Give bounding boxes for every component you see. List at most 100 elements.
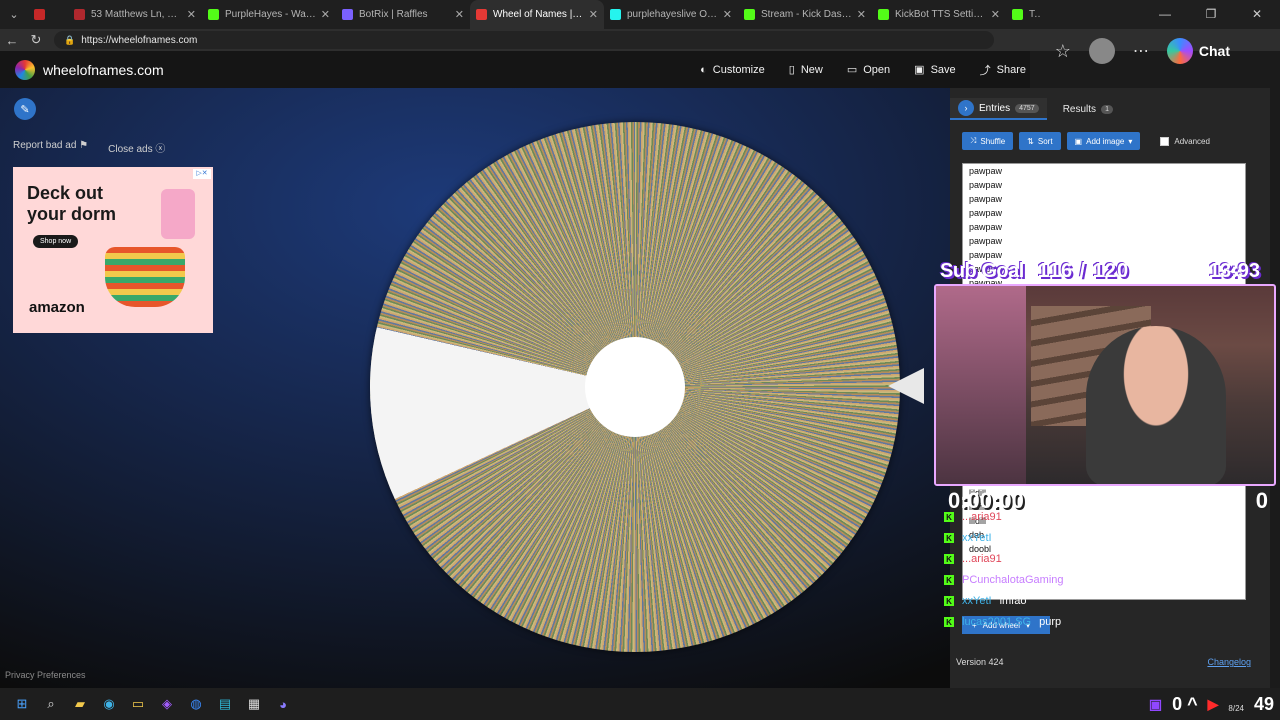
close-ads-link[interactable]: Close ads ⓧ: [108, 140, 165, 155]
add-image-label: Add image: [1086, 136, 1125, 146]
close-tab-icon[interactable]: ✕: [455, 8, 464, 21]
browser-tab[interactable]: Wheel of Names | Random ✕: [470, 0, 604, 29]
close-tab-icon[interactable]: ✕: [857, 8, 866, 21]
close-window-button[interactable]: ✕: [1234, 0, 1280, 29]
flag-icon: ⚑: [79, 140, 89, 151]
start-windows-icon[interactable]: ⊞: [8, 690, 36, 718]
browser-toolbar-icons: ☆ ⋯ Chat: [1055, 29, 1280, 73]
menu-save-button[interactable]: ▣ Save: [914, 63, 955, 77]
back-button[interactable]: ←: [0, 33, 24, 48]
tray-overlay-text: 0 ^: [1172, 693, 1198, 714]
kick-badge-icon: K: [944, 596, 954, 606]
profile-avatar[interactable]: [1088, 38, 1115, 64]
tab-results[interactable]: Results 1: [1055, 98, 1121, 120]
chat-text: a troll: [1009, 553, 1037, 565]
reload-button[interactable]: ↻: [24, 32, 48, 48]
maximize-button[interactable]: ❐: [1188, 0, 1234, 29]
tab-favicon-icon: [878, 9, 889, 20]
tab-actions-button[interactable]: ⌄: [0, 0, 28, 29]
close-tab-icon[interactable]: ✕: [321, 8, 330, 21]
menu-customize-button[interactable]: ◐ Customize: [700, 64, 765, 76]
menu-new-button[interactable]: ▯ New: [789, 63, 823, 77]
entries-toolbar: ⤨ Shuffle ⇅ Sort ▣ Add image ▾ Advanced: [962, 132, 1210, 150]
tab-entries[interactable]: › Entries 4757: [950, 98, 1047, 120]
browser-tab[interactable]: purplehayeslive Official: TikTok ✕: [604, 0, 738, 29]
ad-shop-button[interactable]: Shop now: [33, 235, 79, 248]
changelog-link[interactable]: Changelog: [1207, 657, 1251, 667]
kick-badge-icon: K: [944, 512, 954, 522]
sub-goal-value: 116 / 120: [1037, 259, 1130, 282]
tab-title: Tot: [1029, 9, 1040, 20]
menu-label: Open: [863, 63, 891, 76]
browser-tab[interactable]: [28, 0, 68, 29]
advertisement[interactable]: ▷✕ Deck out your dorm Shop now amazon: [13, 167, 213, 333]
folder-icon[interactable]: ▭: [124, 690, 152, 718]
ad-headline: Deck out your dorm: [27, 183, 117, 224]
obs-app-icon[interactable]: ◈: [153, 690, 181, 718]
site-header: wheelofnames.com ◐ Customize ▯ New ▭ Open ▣ Sav…: [0, 51, 1030, 88]
browser-tab[interactable]: Tot: [1006, 0, 1046, 29]
kick-badge-icon: K: [944, 617, 954, 627]
edge-icon[interactable]: ◉: [95, 690, 123, 718]
url-field[interactable]: 🔒 https://wheelofnames.com: [54, 31, 994, 49]
close-tab-icon[interactable]: ✕: [723, 8, 732, 21]
spin-wheel[interactable]: [370, 122, 900, 652]
more-menu-icon[interactable]: ⋯: [1133, 41, 1149, 61]
wheel-center-hub[interactable]: [585, 337, 685, 437]
report-ad-link[interactable]: Report bad ad ⚑: [13, 140, 88, 155]
minimize-button[interactable]: —: [1142, 0, 1188, 29]
discord-icon[interactable]: ◕: [269, 690, 297, 718]
youtube-icon[interactable]: ▶: [1208, 696, 1219, 713]
tab-entries-label: Entries: [979, 102, 1011, 114]
chat-message: K ...aria91 that is yet: [944, 508, 1057, 526]
close-tab-icon[interactable]: ✕: [991, 8, 1000, 21]
caret-down-icon: ▾: [1128, 136, 1133, 146]
browser-tab[interactable]: 53 Matthews Ln, Bridgehampton ✕: [68, 0, 202, 29]
browser-tab[interactable]: BotRix | Raffles ✕: [336, 0, 470, 29]
close-tab-icon[interactable]: ✕: [187, 8, 196, 21]
site-logo[interactable]: wheelofnames.com: [15, 59, 164, 80]
ad-basket-image: [105, 247, 185, 307]
add-image-button[interactable]: ▣ Add image ▾: [1066, 132, 1141, 150]
ad-choices-icon[interactable]: ▷✕: [193, 169, 211, 179]
webcam-streamer: [1086, 326, 1226, 484]
close-tab-icon[interactable]: ✕: [589, 8, 598, 21]
browser-tab[interactable]: KickBot TTS Settings ✕: [872, 0, 1006, 29]
tab-title: BotRix | Raffles: [359, 9, 428, 20]
shuffle-icon: ⤨: [970, 136, 977, 145]
site-name: wheelofnames.com: [43, 61, 164, 78]
tab-title: 53 Matthews Ln, Bridgehampton: [91, 9, 183, 20]
favorites-star-icon[interactable]: ☆: [1055, 41, 1071, 62]
chevron-right-icon: ›: [958, 100, 974, 116]
shuffle-button[interactable]: ⤨ Shuffle: [962, 132, 1014, 150]
chat-text: lmfao: [999, 595, 1027, 607]
edit-wheel-button[interactable]: ✎: [14, 98, 36, 120]
chat-label: Chat: [1198, 43, 1230, 59]
wheel-pointer-icon: [888, 368, 924, 404]
site-menu: ◐ Customize ▯ New ▭ Open ▣ Save ⤴ Share: [700, 51, 1030, 88]
chat-username: PCunchalotaGaming: [962, 574, 1064, 586]
app-notes-icon[interactable]: ▤: [211, 690, 239, 718]
privacy-preferences-link[interactable]: Privacy Preferences: [5, 670, 86, 680]
kick-badge-icon: K: [944, 533, 954, 543]
sort-button[interactable]: ⇅ Sort: [1019, 132, 1061, 150]
advanced-checkbox[interactable]: Advanced: [1160, 132, 1210, 150]
chat-text: purp: [1071, 574, 1094, 586]
file-explorer-icon[interactable]: ▰: [66, 690, 94, 718]
copilot-chat-button[interactable]: Chat: [1166, 38, 1230, 64]
chat-message: KxxYetI what is me? you sexist: [944, 529, 1110, 547]
entry-line: pawpaw: [969, 180, 1003, 190]
app-blue-icon[interactable]: ◍: [182, 690, 210, 718]
palette-icon: ◐: [700, 63, 707, 76]
menu-open-button[interactable]: ▭ Open: [847, 63, 891, 77]
browser-tab[interactable]: PurpleHayes - Watch the live ✕: [202, 0, 336, 29]
kick-badge-icon: K: [944, 554, 954, 564]
twitch-icon[interactable]: ▣: [1149, 696, 1162, 713]
menu-share-button[interactable]: ⤴ Share: [980, 62, 1026, 78]
search-icon[interactable]: ⌕: [37, 690, 65, 718]
tab-favicon-icon: [74, 9, 85, 20]
app-generic-icon[interactable]: ▦: [240, 690, 268, 718]
browser-tab[interactable]: Stream - Kick Dashboard ✕: [738, 0, 872, 29]
clock[interactable]: 8/24: [1228, 694, 1244, 714]
close-ads-label: Close ads: [108, 144, 153, 155]
